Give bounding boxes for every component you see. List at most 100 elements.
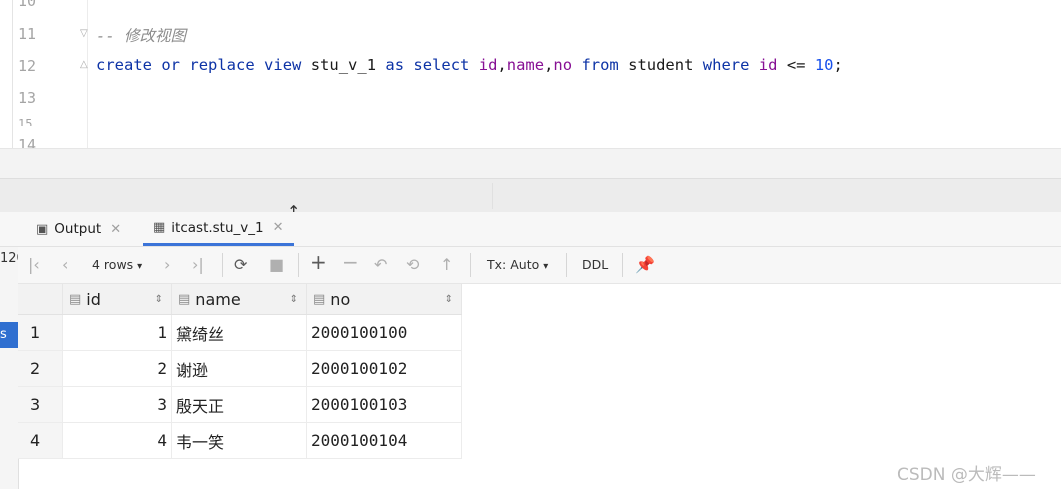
tx-mode-label: Tx: Auto [487, 257, 540, 272]
sql-keyword: create [96, 56, 152, 74]
close-icon[interactable]: ✕ [110, 222, 121, 237]
sql-comment: -- 修改视图 [96, 27, 186, 45]
toolbar-separator [622, 253, 623, 277]
cell-no[interactable]: 2000100104 [306, 422, 462, 459]
sql-operator: <= [786, 56, 806, 74]
toolbar-separator [222, 253, 223, 277]
column-label: no [330, 289, 351, 309]
sort-icon[interactable]: ⇕ [290, 294, 298, 305]
first-page-icon[interactable]: |‹ [28, 255, 40, 275]
splitter-divider [492, 183, 493, 209]
previous-page-icon[interactable]: ‹ [62, 255, 68, 275]
fold-marker-icon[interactable]: △ [80, 59, 90, 71]
sort-icon[interactable]: ⇕ [155, 294, 163, 305]
column-icon: ▤ [313, 291, 326, 307]
pin-icon[interactable]: 📌 [635, 255, 655, 275]
ddl-button[interactable]: DDL [582, 257, 608, 272]
column-header-id[interactable]: ▤ id ⇕ [62, 284, 172, 315]
table-row[interactable]: 4 4 韦一笑 2000100104 [18, 422, 462, 459]
line-number: 13 [18, 89, 37, 107]
next-page-icon[interactable]: › [164, 255, 170, 275]
left-panel-number: 120 [0, 251, 18, 266]
column-icon: ▤ [178, 291, 191, 307]
column-label: name [195, 289, 241, 309]
row-number: 2 [18, 350, 63, 387]
results-tab-bar: ▣ Output ✕ ▦ itcast.stu_v_1 ✕ [0, 212, 1061, 247]
sql-column: id [478, 56, 498, 74]
grid-header-row: ▤ id ⇕ ▤ name ⇕ ▤ no ⇕ [18, 284, 462, 315]
delete-row-icon[interactable]: − [342, 252, 359, 272]
cell-no[interactable]: 2000100102 [306, 350, 462, 387]
cell-id[interactable]: 1 [62, 314, 172, 351]
sql-column: no [553, 56, 573, 74]
cell-name[interactable]: 黛绮丝 [171, 314, 307, 351]
table-row[interactable]: 3 3 殷天正 2000100103 [18, 386, 462, 423]
last-page-icon[interactable]: ›| [192, 255, 204, 275]
cell-name[interactable]: 韦一笑 [171, 422, 307, 459]
sql-table-name: student [628, 56, 694, 74]
panel-splitter[interactable] [0, 178, 1061, 212]
tab-result-stu-v-1[interactable]: ▦ itcast.stu_v_1 ✕ [143, 212, 294, 246]
sql-column: id [758, 56, 778, 74]
column-header-name[interactable]: ▤ name ⇕ [171, 284, 307, 315]
cell-id[interactable]: 3 [62, 386, 172, 423]
sql-keyword: replace [189, 56, 255, 74]
sort-icon[interactable]: ⇕ [445, 294, 453, 305]
editor-horizontal-scrollbar[interactable] [0, 148, 1061, 179]
row-number: 4 [18, 422, 63, 459]
left-side-panel [0, 247, 19, 489]
line-number: 12 [18, 57, 37, 75]
submit-icon[interactable]: ⟲ [406, 255, 419, 275]
line-number: 11 [18, 25, 37, 43]
table-row[interactable]: 1 1 黛绮丝 2000100100 [18, 314, 462, 351]
cell-id[interactable]: 4 [62, 422, 172, 459]
result-grid: ▤ id ⇕ ▤ name ⇕ ▤ no ⇕ 1 1 黛绮丝 2000100100 2 2 … [18, 284, 462, 459]
cell-no[interactable]: 2000100100 [306, 314, 462, 351]
stop-icon[interactable]: ■ [269, 255, 284, 275]
sql-keyword: as [385, 56, 405, 74]
add-row-icon[interactable]: + [310, 252, 327, 272]
cell-name[interactable]: 谢逊 [171, 350, 307, 387]
cell-no[interactable]: 2000100103 [306, 386, 462, 423]
sql-statement-line[interactable]: create or replace view stu_v_1 as select… [96, 56, 843, 74]
upload-icon[interactable]: ↑ [440, 255, 453, 275]
cell-name[interactable]: 殷天正 [171, 386, 307, 423]
close-icon[interactable]: ✕ [273, 220, 284, 235]
toolbar-separator [298, 253, 299, 277]
toolbar-separator [566, 253, 567, 277]
sql-keyword: select [413, 56, 470, 74]
sql-keyword: view [264, 56, 302, 74]
tab-label: itcast.stu_v_1 [171, 219, 264, 236]
refresh-icon[interactable]: ⟳ [234, 255, 247, 275]
transaction-mode-selector[interactable]: Tx: Auto ▾ [487, 257, 548, 272]
sql-comment-line[interactable]: -- 修改视图 [96, 24, 186, 46]
column-header-no[interactable]: ▤ no ⇕ [306, 284, 462, 315]
chevron-down-icon: ▾ [137, 261, 143, 272]
revert-icon[interactable]: ↶ [374, 255, 387, 275]
results-toolbar: |‹ ‹ 4 rows ▾ › ›| ⟳ ■ + − ↶ ⟲ ↑ Tx: Aut… [18, 247, 1061, 284]
table-row[interactable]: 2 2 谢逊 2000100102 [18, 350, 462, 387]
line-number: 15 [18, 117, 33, 126]
tab-label: Output [54, 221, 102, 237]
tab-output[interactable]: ▣ Output ✕ [36, 212, 121, 246]
sql-number: 10 [814, 56, 834, 74]
table-icon: ▦ [153, 220, 166, 235]
watermark: CSDN @大辉—— [897, 465, 1036, 485]
row-number: 1 [18, 314, 63, 351]
fold-marker-icon[interactable]: ▽ [80, 28, 90, 40]
row-number-header [18, 284, 63, 315]
fold-guide [87, 0, 88, 148]
sql-column: name [506, 56, 545, 74]
key-column-icon: ▤ [69, 291, 82, 307]
cell-id[interactable]: 2 [62, 350, 172, 387]
column-label: id [86, 289, 101, 309]
sql-editor[interactable]: 10 11 12 13 15 14 ▽ △ -- 修改视图 create or … [0, 0, 1061, 175]
sql-keyword: where [702, 56, 750, 74]
line-number: 10 [18, 0, 37, 10]
left-panel-selected-item[interactable]: s [0, 322, 18, 348]
rows-selector[interactable]: 4 rows ▾ [92, 257, 142, 272]
sql-keyword: from [581, 56, 619, 74]
output-icon: ▣ [36, 221, 49, 237]
sql-view-name: stu_v_1 [310, 56, 377, 74]
sql-keyword: or [161, 56, 181, 74]
